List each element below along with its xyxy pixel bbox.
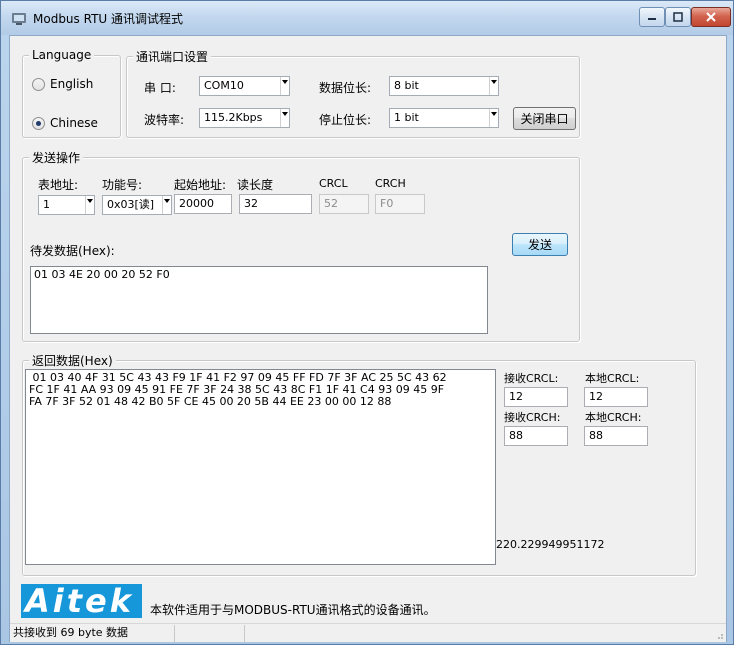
float-readout: 220.229949951172 bbox=[496, 538, 605, 551]
port-label: 串 口: bbox=[144, 81, 176, 95]
chevron-down-icon bbox=[162, 196, 171, 214]
baud-label: 波特率: bbox=[144, 113, 185, 127]
close-port-button[interactable]: 关闭串口 bbox=[513, 107, 576, 130]
close-icon bbox=[706, 12, 716, 22]
crch-field: F0 bbox=[375, 194, 425, 214]
local-crcl-field[interactable]: 12 bbox=[584, 387, 648, 407]
port-select[interactable]: COM10 bbox=[199, 76, 290, 96]
databits-select[interactable]: 8 bit bbox=[389, 76, 499, 96]
addr-label: 表地址: bbox=[38, 178, 79, 192]
send-group-title: 发送操作 bbox=[29, 149, 84, 166]
aitek-logo: Aitek bbox=[21, 584, 142, 618]
databits-value: 8 bit bbox=[394, 79, 419, 92]
app-window: Modbus RTU 通讯调试程式 Language English Chine… bbox=[0, 0, 734, 645]
chevron-down-icon bbox=[85, 196, 94, 214]
recv-crcl-field[interactable]: 12 bbox=[504, 387, 568, 407]
recv-crch-field[interactable]: 88 bbox=[504, 426, 568, 446]
read-length-input[interactable]: 32 bbox=[239, 194, 312, 214]
stopbits-label: 停止位长: bbox=[319, 113, 372, 127]
window-title: Modbus RTU 通讯调试程式 bbox=[33, 12, 183, 26]
stopbits-select[interactable]: 1 bit bbox=[389, 108, 499, 128]
close-button[interactable] bbox=[691, 7, 731, 27]
language-group-title: Language bbox=[29, 48, 95, 62]
local-crch-label: 本地CRCH: bbox=[585, 411, 642, 424]
client-area: Language English Chinese 通讯端口设置 串 口: COM… bbox=[9, 35, 727, 642]
title-bar[interactable]: Modbus RTU 通讯调试程式 bbox=[1, 1, 733, 35]
start-address-input[interactable]: 20000 bbox=[174, 194, 232, 214]
addr-select[interactable]: 1 bbox=[38, 195, 95, 215]
app-icon bbox=[12, 13, 26, 25]
addr-value: 1 bbox=[43, 198, 50, 211]
recv-crch-label: 接收CRCH: bbox=[504, 411, 561, 424]
chevron-down-icon bbox=[489, 109, 498, 127]
function-value: 0x03[读] bbox=[107, 198, 155, 211]
chevron-down-icon bbox=[280, 77, 289, 95]
recv-crcl-label: 接收CRCL: bbox=[504, 372, 559, 385]
return-data-textarea[interactable]: 01 03 40 4F 31 5C 43 43 F9 1F 41 F2 97 0… bbox=[25, 369, 496, 565]
baud-select[interactable]: 115.2Kbps bbox=[199, 108, 290, 128]
local-crcl-label: 本地CRCL: bbox=[585, 372, 640, 385]
port-settings-title: 通讯端口设置 bbox=[133, 48, 212, 65]
english-radio[interactable] bbox=[32, 78, 45, 91]
send-button[interactable]: 发送 bbox=[512, 233, 568, 256]
pending-data-label: 待发数据(Hex): bbox=[30, 244, 115, 258]
chinese-radio[interactable] bbox=[32, 117, 45, 130]
crcl-field: 52 bbox=[319, 194, 369, 214]
port-value: COM10 bbox=[204, 79, 244, 92]
stopbits-value: 1 bit bbox=[394, 111, 419, 124]
databits-label: 数据位长: bbox=[319, 81, 372, 95]
crcl-label: CRCL bbox=[319, 177, 348, 190]
start-addr-label: 起始地址: bbox=[174, 178, 227, 192]
local-crch-field[interactable]: 88 bbox=[584, 426, 648, 446]
baud-value: 115.2Kbps bbox=[204, 111, 263, 124]
read-length-label: 读长度 bbox=[237, 178, 274, 192]
english-label[interactable]: English bbox=[50, 77, 93, 91]
return-data-title: 返回数据(Hex) bbox=[29, 352, 116, 369]
function-select[interactable]: 0x03[读] bbox=[102, 195, 172, 215]
status-bar: 共接收到 69 byte 数据 bbox=[10, 623, 726, 642]
maximize-button[interactable] bbox=[665, 7, 691, 27]
chevron-down-icon bbox=[280, 109, 289, 127]
crch-label: CRCH bbox=[375, 177, 406, 190]
minimize-icon bbox=[648, 18, 656, 20]
maximize-icon bbox=[673, 12, 683, 22]
footer-description: 本软件适用于与MODBUS-RTU通讯格式的设备通讯。 bbox=[150, 603, 436, 617]
chinese-label[interactable]: Chinese bbox=[50, 116, 98, 130]
resize-grip-icon[interactable] bbox=[714, 630, 724, 640]
func-label: 功能号: bbox=[102, 178, 143, 192]
pending-data-textarea[interactable]: 01 03 4E 20 00 20 52 F0 bbox=[30, 266, 488, 334]
chevron-down-icon bbox=[489, 77, 498, 95]
status-text: 共接收到 69 byte 数据 bbox=[10, 625, 175, 642]
status-panel-2 bbox=[175, 625, 245, 642]
minimize-button[interactable] bbox=[639, 7, 665, 27]
